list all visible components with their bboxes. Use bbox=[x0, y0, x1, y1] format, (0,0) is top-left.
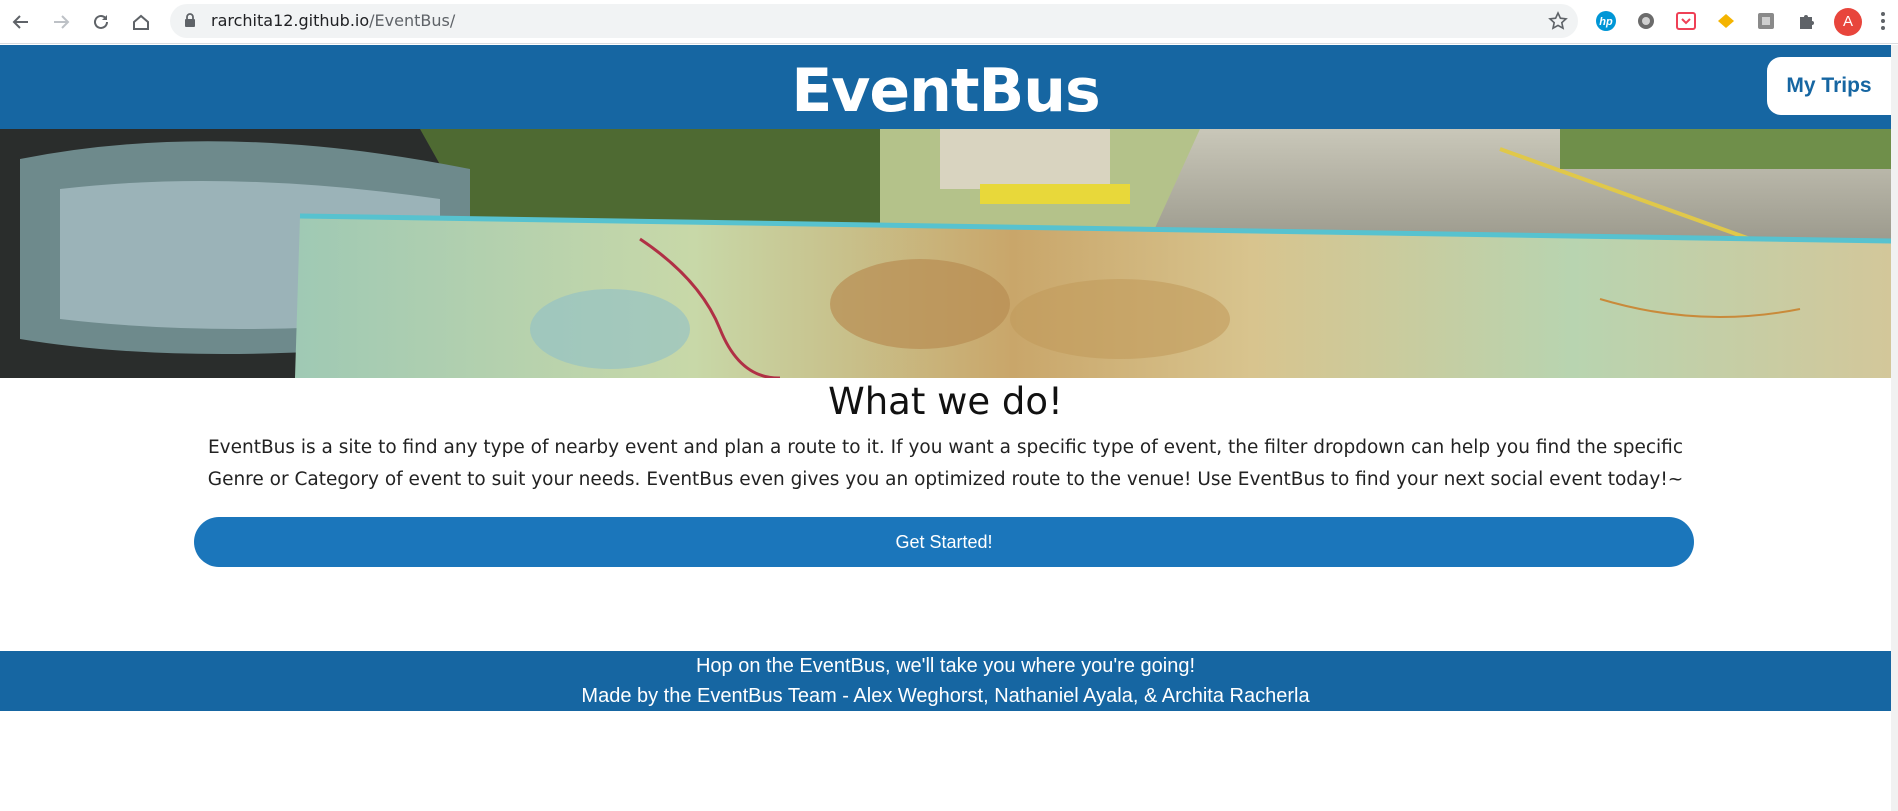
site-footer: Hop on the EventBus, we'll take you wher… bbox=[0, 651, 1891, 711]
hp-icon[interactable]: hp bbox=[1594, 9, 1618, 33]
lock-icon bbox=[184, 13, 196, 33]
section-heading: What we do! bbox=[828, 380, 1063, 423]
footer-tagline: Hop on the EventBus, we'll take you wher… bbox=[695, 655, 1196, 677]
get-started-button[interactable]: Get Started! bbox=[194, 517, 1694, 567]
bookmark-star-icon[interactable] bbox=[1548, 11, 1568, 36]
pocket-icon[interactable] bbox=[1674, 9, 1698, 33]
footer-credits: Made by the EventBus Team - Alex Weghors… bbox=[581, 685, 1310, 707]
home-button[interactable] bbox=[127, 8, 155, 36]
address-bar[interactable]: rarchita12.github.io/EventBus/ bbox=[170, 4, 1578, 38]
home-icon bbox=[133, 14, 149, 30]
browser-toolbar: rarchita12.github.io/EventBus/ hp A bbox=[0, 0, 1898, 44]
svg-text:hp: hp bbox=[1599, 16, 1613, 28]
page-scrollbar[interactable] bbox=[1891, 45, 1898, 811]
puzzle-icon[interactable] bbox=[1794, 9, 1818, 33]
profile-avatar[interactable]: A bbox=[1834, 8, 1862, 36]
back-arrow-icon bbox=[12, 15, 28, 29]
reload-button[interactable] bbox=[87, 8, 115, 36]
site-logo: EventBus bbox=[791, 56, 1100, 126]
circle-extension-icon[interactable] bbox=[1634, 9, 1658, 33]
forward-arrow-icon bbox=[54, 15, 70, 29]
my-trips-button[interactable]: My Trips bbox=[1767, 57, 1891, 115]
hero-image bbox=[0, 129, 1891, 378]
url-text: rarchita12.github.io/EventBus/ bbox=[211, 11, 456, 30]
forward-button[interactable] bbox=[47, 8, 75, 36]
section-description: EventBus is a site to find any type of n… bbox=[207, 437, 1684, 490]
diamond-extension-icon[interactable] bbox=[1714, 9, 1738, 33]
site-header: EventBus My Trips bbox=[0, 45, 1891, 129]
reload-icon bbox=[94, 14, 108, 29]
back-button[interactable] bbox=[7, 8, 35, 36]
browser-menu-icon[interactable] bbox=[1879, 10, 1887, 34]
grey-extension-icon[interactable] bbox=[1754, 9, 1778, 33]
